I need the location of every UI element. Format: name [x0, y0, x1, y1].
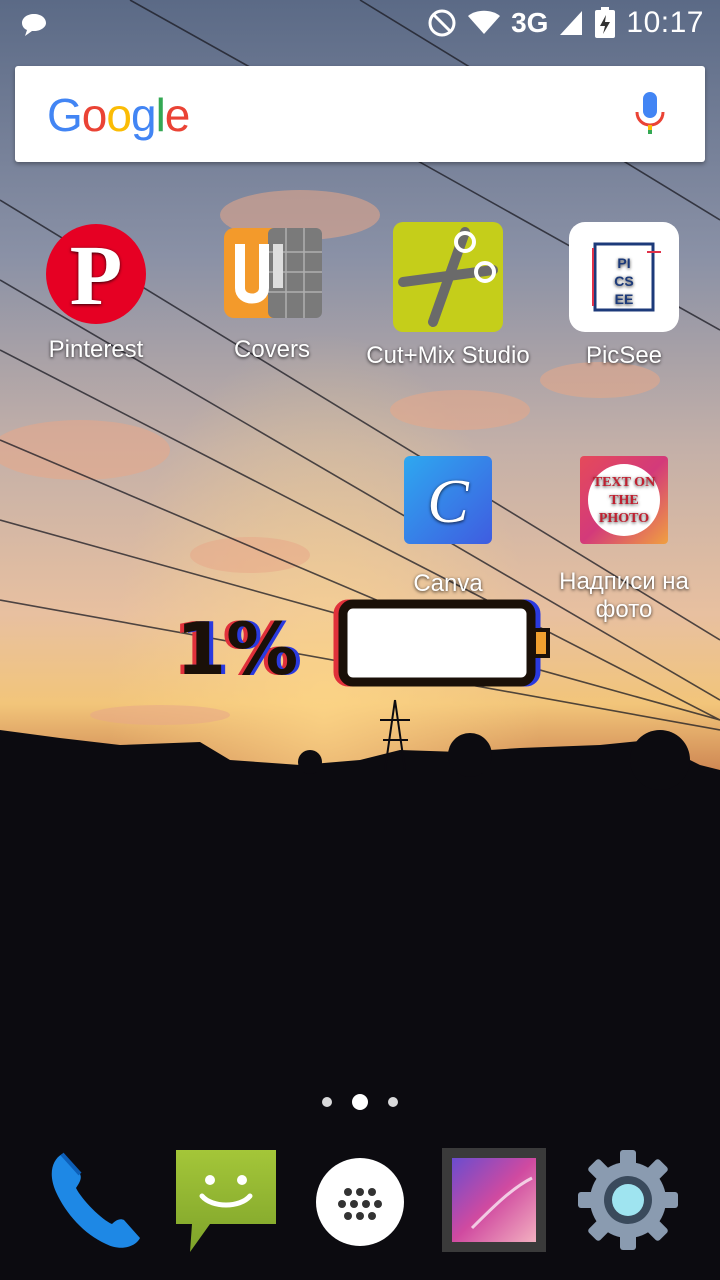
text-on-photo-icon: TEXT ON THE PHOTO — [580, 456, 668, 544]
page-indicator — [0, 1094, 720, 1110]
battery-level-text: 1% — [176, 607, 298, 691]
canva-icon: C — [404, 456, 492, 544]
covers-icon — [224, 228, 322, 318]
settings-icon — [578, 1150, 678, 1250]
network-type: 3G — [511, 7, 549, 38]
battery-widget[interactable]: 1% 1% 1% — [170, 594, 560, 694]
pinterest-icon: P — [46, 224, 146, 324]
google-logo: Google — [47, 89, 190, 141]
dock-messaging[interactable] — [174, 1148, 278, 1259]
page-dot[interactable] — [388, 1097, 398, 1107]
dock-gallery[interactable] — [442, 1148, 546, 1257]
battery-charging-icon — [595, 7, 616, 38]
wifi-icon — [468, 10, 501, 34]
battery-outline-icon — [333, 599, 550, 687]
page-dot-active[interactable] — [352, 1094, 368, 1110]
clock: 10:17 — [626, 6, 704, 39]
svg-text:CS: CS — [614, 273, 633, 289]
app-text-on-photo[interactable]: TEXT ON THE PHOTO Надписи на фото — [539, 456, 709, 624]
svg-text:PHOTO: PHOTO — [599, 511, 649, 526]
app-covers[interactable]: Covers — [187, 222, 357, 364]
scissors-icon — [393, 222, 503, 332]
status-bar: 3G 10:17 — [0, 0, 720, 52]
svg-text:C: C — [427, 468, 469, 536]
dock-phone[interactable] — [40, 1148, 146, 1259]
dock-settings[interactable] — [576, 1148, 680, 1257]
svg-text:P: P — [70, 227, 123, 323]
phone-icon — [51, 1152, 140, 1248]
svg-text:THE: THE — [609, 493, 639, 508]
dock-app-drawer[interactable] — [314, 1156, 406, 1253]
svg-text:TEXT ON: TEXT ON — [593, 475, 655, 490]
messaging-icon — [176, 1150, 276, 1252]
picsee-icon: PI CS EE — [569, 222, 679, 332]
app-cutmix-studio[interactable]: Cut+Mix Studio — [363, 222, 533, 370]
google-search-bar[interactable]: Google — [15, 66, 705, 162]
app-canva[interactable]: C Canva — [363, 456, 533, 598]
svg-text:PI: PI — [617, 255, 630, 271]
chat-bubble-icon — [22, 14, 46, 36]
signal-icon — [560, 11, 583, 35]
svg-text:EE: EE — [615, 291, 634, 307]
app-picsee[interactable]: PI CS EE PicSee — [539, 222, 709, 370]
do-not-disturb-icon — [428, 9, 456, 37]
page-dot[interactable] — [322, 1097, 332, 1107]
app-drawer-icon — [316, 1158, 404, 1246]
mic-icon[interactable] — [635, 92, 665, 136]
app-pinterest[interactable]: P Pinterest — [11, 222, 181, 364]
gallery-icon — [442, 1148, 546, 1252]
